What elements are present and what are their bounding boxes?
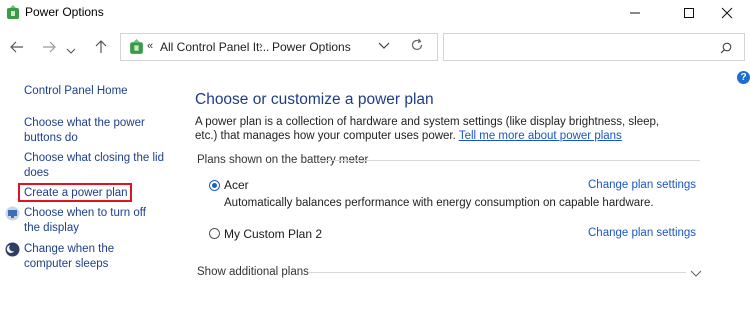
sidebar-item-turn-off-display[interactable]: Choose when to turn off the display xyxy=(24,206,164,236)
breadcrumb-power-options[interactable]: Power Options xyxy=(272,40,351,54)
back-arrow-icon xyxy=(10,41,23,53)
sidebar-item-create-power-plan[interactable]: Create a power plan xyxy=(24,186,128,201)
tell-me-more-link[interactable]: Tell me more about power plans xyxy=(459,130,622,142)
control-panel-icon xyxy=(130,39,143,54)
expand-additional-plans-button[interactable] xyxy=(690,266,702,278)
forward-arrow-icon xyxy=(43,41,56,53)
plan-acer-description: Automatically balances performance with … xyxy=(224,197,654,209)
refresh-icon xyxy=(411,38,423,51)
sidebar-control-panel-home[interactable]: Control Panel Home xyxy=(24,84,128,99)
sidebar-item-closing-lid[interactable]: Choose what closing the lid does xyxy=(24,151,164,181)
show-additional-plans-toggle[interactable]: Show additional plans xyxy=(197,266,309,278)
plan-custom-2-name[interactable]: My Custom Plan 2 xyxy=(224,227,322,241)
page-title: Choose or customize a power plan xyxy=(195,91,434,108)
section-divider xyxy=(318,160,700,161)
search-icon xyxy=(720,42,732,54)
moon-icon xyxy=(5,242,20,257)
chevron-down-icon xyxy=(66,48,76,54)
address-dropdown-button[interactable] xyxy=(378,38,392,52)
refresh-button[interactable] xyxy=(410,38,425,53)
window-title: Power Options xyxy=(25,5,104,19)
close-button[interactable] xyxy=(704,0,750,26)
plan-acer-change-settings-link[interactable]: Change plan settings xyxy=(588,179,696,191)
display-icon xyxy=(5,206,20,221)
plan-acer-radio[interactable] xyxy=(209,180,220,191)
sidebar-item-power-buttons[interactable]: Choose what the power buttons do xyxy=(24,116,154,146)
forward-button[interactable] xyxy=(36,36,62,58)
recent-locations-dropdown[interactable] xyxy=(66,42,76,60)
plan-custom-2-radio[interactable] xyxy=(209,228,220,239)
page-description: A power plan is a collection of hardware… xyxy=(195,115,675,143)
up-button[interactable] xyxy=(88,36,114,58)
power-options-app-icon xyxy=(7,5,19,19)
minimize-icon xyxy=(630,12,640,14)
minimize-button[interactable] xyxy=(612,0,658,26)
sidebar-item-computer-sleeps[interactable]: Change when the computer sleeps xyxy=(24,242,164,272)
back-button[interactable] xyxy=(4,36,30,58)
plan-custom-2-change-settings-link[interactable]: Change plan settings xyxy=(588,227,696,239)
breadcrumb-all-control-panel-items[interactable]: All Control Panel It... xyxy=(160,40,269,54)
maximize-icon xyxy=(684,8,694,18)
close-icon xyxy=(721,7,733,19)
search-button[interactable] xyxy=(720,41,732,54)
chevron-down-icon xyxy=(378,42,390,49)
breadcrumb-separator[interactable]: › xyxy=(259,40,263,52)
breadcrumb-overflow[interactable]: « xyxy=(147,40,153,52)
up-arrow-icon xyxy=(95,40,107,53)
additional-plans-divider xyxy=(308,272,686,273)
help-icon[interactable]: ? xyxy=(737,71,750,84)
plan-acer-name[interactable]: Acer xyxy=(224,178,249,192)
chevron-down-icon xyxy=(690,270,702,277)
search-input[interactable] xyxy=(443,33,745,61)
